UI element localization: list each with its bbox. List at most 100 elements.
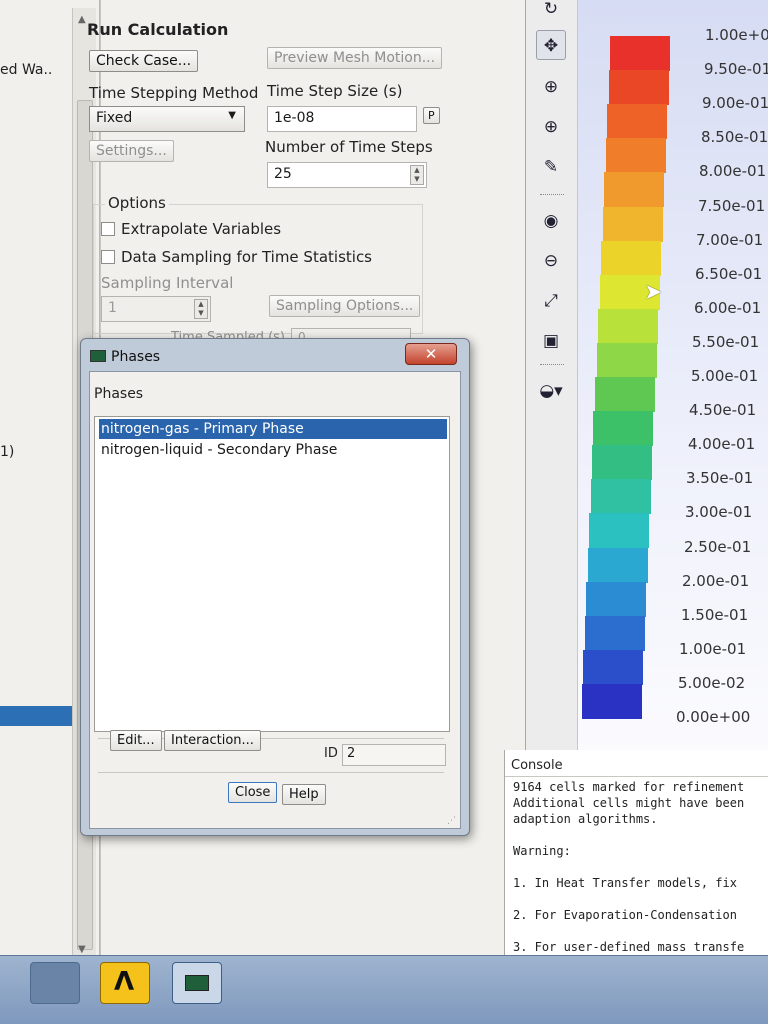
graphics-window[interactable]: 1.00e+00 9.50e-01 9.00e-01 8.50e-01 8.00e-01… <box>578 0 768 750</box>
colormap-swatch <box>597 342 657 378</box>
graphics-toolbar: ↻ ✥ ⊕ ⊕ ✎ ◉ ⊖ ⤢ ▣ ◒▾ <box>526 0 578 750</box>
colormap-swatch <box>607 104 667 140</box>
time-step-size-input[interactable]: 1e-08 <box>267 106 417 132</box>
number-of-time-steps-input[interactable]: 25 ▲ ▼ <box>267 162 427 188</box>
data-sampling-label: Data Sampling for Time Statistics <box>121 248 373 266</box>
fluent-app-icon[interactable] <box>30 962 80 1004</box>
scroll-up-icon[interactable]: ▲ <box>78 14 86 25</box>
console-panel[interactable]: Console 9164 cells marked for refinement… <box>504 750 768 990</box>
help-button[interactable]: Help <box>282 784 326 805</box>
pan-icon[interactable]: ✥ <box>536 30 566 60</box>
tree-item-fragment[interactable]: ed Wa.. <box>0 62 52 78</box>
colormap-legend: 1.00e+00 9.50e-01 9.00e-01 8.50e-01 8.00e-01… <box>580 26 768 726</box>
mouse-cursor-icon: ➤ <box>644 280 663 305</box>
view-options-icon[interactable]: ◒▾ <box>536 376 566 406</box>
spinner-icon[interactable]: ▲ ▼ <box>410 165 424 185</box>
close-button[interactable]: Close <box>228 782 278 803</box>
colormap-label: 6.50e-01 <box>695 264 763 283</box>
console-line: 9164 cells marked for refinement <box>513 780 745 794</box>
phases-window-app-icon[interactable] <box>172 962 222 1004</box>
colormap-label: 2.50e-01 <box>684 537 752 556</box>
console-line: 3. For user-defined mass transfe <box>513 940 745 954</box>
field-value: 25 <box>274 166 292 182</box>
phases-list[interactable]: nitrogen-gas - Primary Phase nitrogen-liq… <box>94 416 450 732</box>
console-line: 1. In Heat Transfer models, fix <box>513 876 737 890</box>
colormap-swatch <box>593 411 653 447</box>
colormap-swatch <box>582 683 642 719</box>
colormap-label: 1.50e-01 <box>681 605 749 624</box>
time-stepping-method-dropdown[interactable]: Fixed ▼ <box>89 106 245 132</box>
scroll-down-icon[interactable]: ▼ <box>78 944 86 955</box>
axes-icon[interactable]: ⤢ <box>536 286 566 316</box>
colormap-swatch <box>592 445 652 481</box>
colormap-swatch <box>610 36 670 72</box>
colormap-label: 1.00e+00 <box>705 26 768 44</box>
close-icon[interactable]: ✕ <box>405 343 457 365</box>
number-of-time-steps-label: Number of Time Steps <box>265 138 433 156</box>
colormap-label: 7.00e-01 <box>696 230 764 249</box>
zoom-fit-icon[interactable]: ⊕ <box>536 112 566 142</box>
colormap-label: 5.00e-01 <box>691 367 759 385</box>
data-sampling-checkbox[interactable] <box>101 250 115 264</box>
colormap-swatch <box>586 581 646 617</box>
colormap-label: 5.50e-01 <box>692 332 760 351</box>
console-title: Console <box>511 758 563 773</box>
chevron-down-icon: ▼ <box>228 110 236 121</box>
fluent-window-icon <box>185 975 209 991</box>
phases-dialog: Phases ✕ Phases nitrogen-gas - Primary P… <box>80 338 470 836</box>
rotate-icon[interactable]: ↻ <box>536 0 566 24</box>
interaction-button[interactable]: Interaction... <box>164 730 261 751</box>
colormap-label: 6.00e-01 <box>694 298 762 317</box>
ansys-logo-icon: Λ <box>114 967 135 997</box>
colormap-swatch <box>589 513 649 549</box>
colormap-label: 3.50e-01 <box>686 469 754 488</box>
zoom-box-icon[interactable]: ◉ <box>536 206 566 236</box>
console-line: 2. For Evaporation-Condensation <box>513 908 737 922</box>
toolbar-separator <box>540 364 564 365</box>
colormap-label: 9.50e-01 <box>704 60 768 79</box>
time-stepping-method-label: Time Stepping Method <box>89 84 259 102</box>
extrapolate-variables-label: Extrapolate Variables <box>121 220 282 238</box>
console-line: Warning: <box>513 844 571 858</box>
phase-list-item[interactable]: nitrogen-liquid - Secondary Phase <box>99 440 447 460</box>
check-case-button[interactable]: Check Case... <box>89 50 199 72</box>
field-value: 1 <box>108 300 117 316</box>
edit-button[interactable]: Edit... <box>110 730 162 751</box>
ansys-workbench-app-icon[interactable]: Λ <box>100 962 150 1004</box>
colormap-swatch <box>598 308 658 344</box>
probe-icon[interactable]: ✎ <box>536 152 566 182</box>
taskbar: Λ <box>0 955 768 1024</box>
colormap-swatch <box>591 479 651 515</box>
tree-item-fragment[interactable]: 1) <box>0 444 14 460</box>
zoom-out-icon[interactable]: ⊖ <box>536 246 566 276</box>
colormap-swatch <box>585 615 645 651</box>
sampling-options-button[interactable]: Sampling Options... <box>269 295 421 317</box>
dialog-body: Phases nitrogen-gas - Primary Phase nitro… <box>89 371 461 829</box>
extrapolate-variables-checkbox[interactable] <box>101 222 115 236</box>
fluent-window-icon <box>90 350 106 362</box>
colormap-swatch <box>588 547 648 583</box>
zoom-in-icon[interactable]: ⊕ <box>536 72 566 102</box>
tree-selected-row[interactable] <box>0 706 72 726</box>
preview-mesh-motion-button[interactable]: Preview Mesh Motion... <box>267 47 443 69</box>
panel-title: Run Calculation <box>87 20 229 39</box>
colormap-label: 7.50e-01 <box>698 196 766 215</box>
spinner-icon[interactable]: ▲ ▼ <box>194 299 208 319</box>
id-field: 2 <box>342 744 446 766</box>
colormap-label: 9.00e-01 <box>702 94 768 113</box>
resize-grip-icon[interactable]: ⋰ <box>447 816 456 826</box>
colormap-swatch <box>604 172 664 208</box>
colormap-swatch <box>606 138 666 174</box>
colormap-label: 2.00e-01 <box>682 571 750 590</box>
settings-button[interactable]: Settings... <box>89 140 174 162</box>
colormap-label: 5.00e-02 <box>678 673 746 692</box>
colormap-label: 1.00e-01 <box>679 639 747 658</box>
screenshot-icon[interactable]: ▣ <box>536 326 566 356</box>
time-step-size-label: Time Step Size (s) <box>267 82 403 100</box>
parameter-button[interactable]: P <box>423 107 440 124</box>
console-line: Additional cells might have been <box>513 796 745 810</box>
colormap-swatch <box>609 70 669 106</box>
phase-list-item[interactable]: nitrogen-gas - Primary Phase <box>99 419 447 439</box>
sampling-interval-input[interactable]: 1 ▲ ▼ <box>101 296 211 322</box>
divider <box>98 772 444 773</box>
